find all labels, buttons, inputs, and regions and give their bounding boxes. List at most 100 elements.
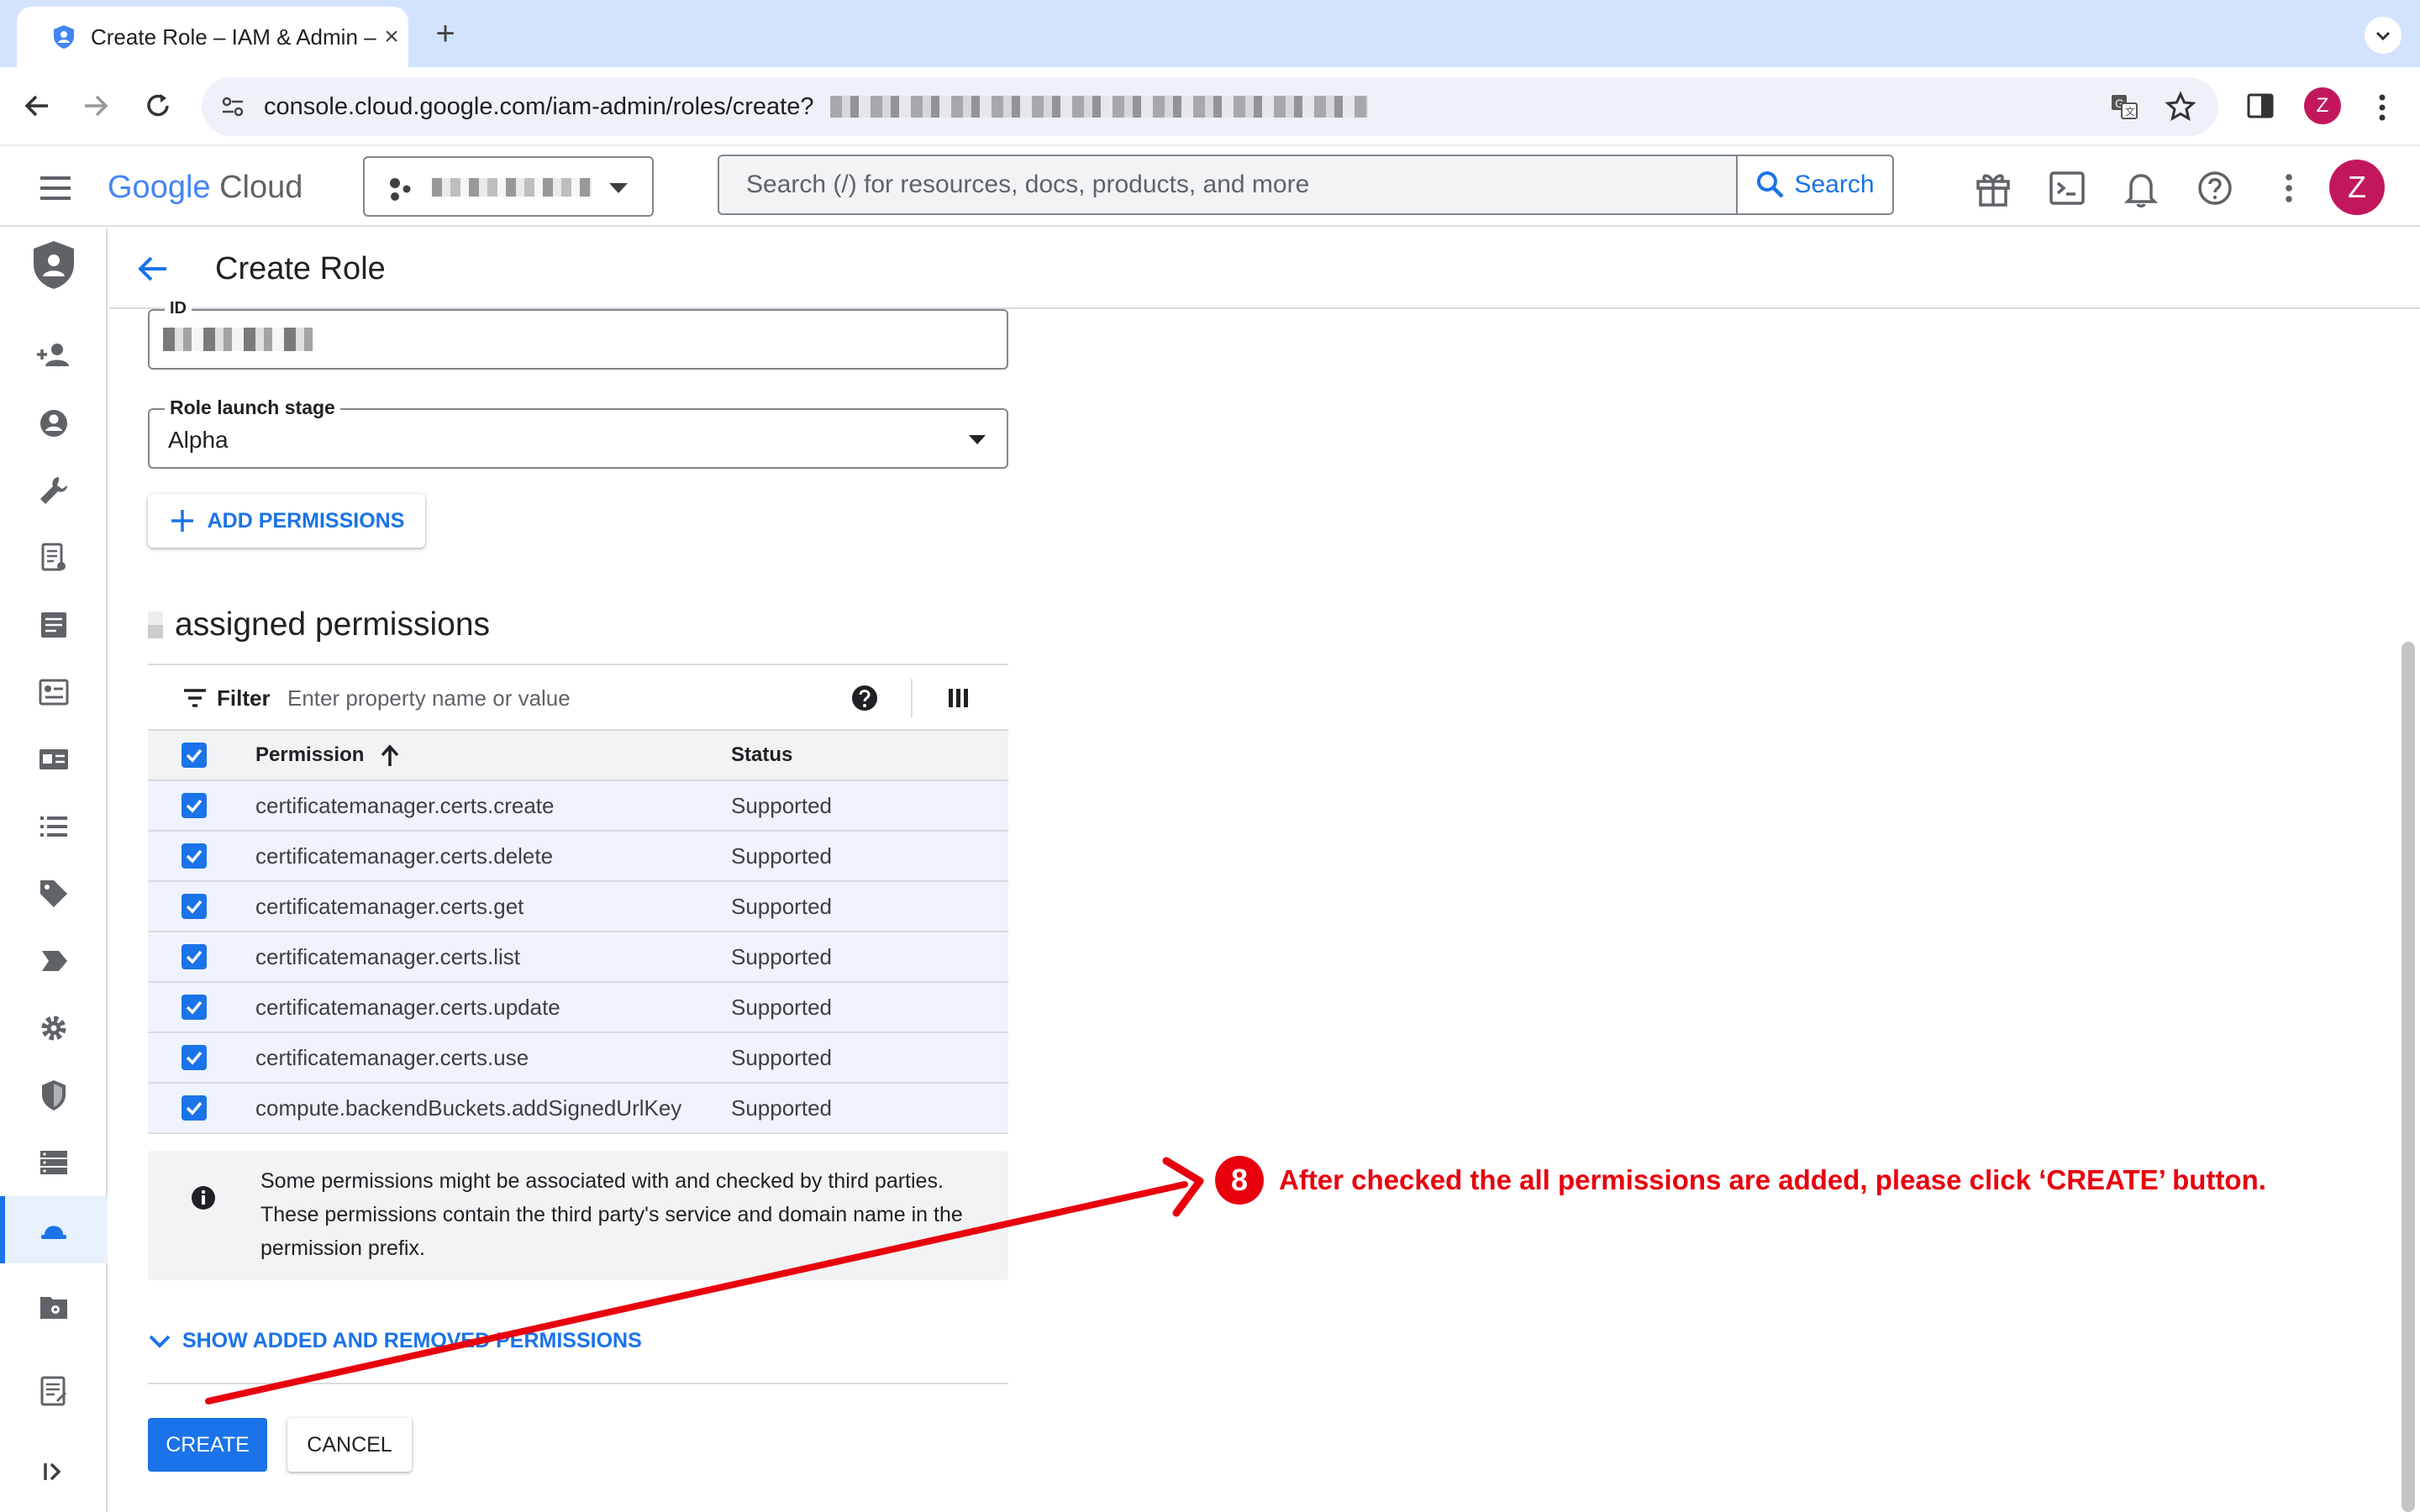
page-scrollbar[interactable] <box>2402 642 2415 1512</box>
add-permissions-button[interactable]: ADD PERMISSIONS <box>148 494 425 548</box>
role-launch-stage-value: Alpha <box>168 427 229 453</box>
label-icon[interactable] <box>34 941 74 981</box>
article-icon[interactable] <box>34 605 74 645</box>
reload-icon[interactable] <box>134 82 182 129</box>
address-bar[interactable]: console.cloud.google.com/iam-admin/roles… <box>202 77 2218 136</box>
browser-tab[interactable]: Create Role – IAM & Admin – × <box>17 7 408 67</box>
filter-input[interactable]: Enter property name or value <box>287 665 571 731</box>
show-added-removed-toggle[interactable]: SHOW ADDED AND REMOVED PERMISSIONS <box>148 1319 642 1362</box>
table-row[interactable]: certificatemanager.certs.get Supported <box>148 882 1008 932</box>
browser-tab-strip: Create Role – IAM & Admin – × + <box>0 0 2420 67</box>
browser-menu-icon[interactable] <box>2371 91 2393 124</box>
dropdown-arrow-icon <box>969 435 986 444</box>
dns-icon[interactable] <box>34 1142 74 1183</box>
site-settings-icon[interactable] <box>220 94 245 119</box>
create-button[interactable]: CREATE <box>148 1418 267 1472</box>
chevron-down-icon <box>149 1335 171 1349</box>
permission-cell: certificatemanager.certs.use <box>255 1045 529 1070</box>
expand-rail-icon[interactable] <box>34 1452 74 1492</box>
release-notes-icon[interactable] <box>34 1371 74 1411</box>
project-picker[interactable] <box>363 156 654 217</box>
filter-bar[interactable]: Filter Enter property name or value <box>148 664 1008 731</box>
permission-cell: certificatemanager.certs.create <box>255 793 555 818</box>
tag-icon[interactable] <box>34 874 74 914</box>
dropdown-arrow-icon <box>609 183 628 193</box>
notifications-bell-icon[interactable] <box>2119 166 2163 210</box>
policy-document-icon[interactable] <box>34 538 74 578</box>
row-checkbox[interactable] <box>182 894 207 919</box>
wrench-icon[interactable] <box>34 470 74 511</box>
permission-cell: compute.backendBuckets.addSignedUrlKey <box>255 1095 682 1121</box>
table-row[interactable]: compute.backendBuckets.addSignedUrlKey Su… <box>148 1084 1008 1134</box>
cloud-shell-icon[interactable] <box>2045 166 2089 210</box>
new-tab-icon[interactable]: + <box>427 15 464 52</box>
annotation-step-badge: 8 <box>1215 1156 1264 1205</box>
row-checkbox[interactable] <box>182 793 207 818</box>
browser-profile-avatar[interactable]: Z <box>2304 87 2341 124</box>
role-id-field[interactable]: ID <box>148 299 1008 370</box>
shield-favicon-icon <box>54 25 74 49</box>
project-name-redacted <box>432 178 592 197</box>
translate-icon[interactable]: G 文 <box>2109 92 2139 122</box>
tab-search-chevron-icon[interactable] <box>2365 17 2402 54</box>
account-circle-icon[interactable] <box>34 403 74 444</box>
add-person-icon[interactable] <box>34 336 74 376</box>
table-row[interactable]: certificatemanager.certs.list Supported <box>148 932 1008 983</box>
role-launch-stage-select[interactable]: Role launch stage Alpha <box>148 396 1008 469</box>
cancel-button[interactable]: CANCEL <box>287 1418 412 1472</box>
console-search[interactable]: Search (/) for resources, docs, products… <box>718 155 1894 215</box>
row-checkbox[interactable] <box>182 1095 207 1121</box>
roles-hat-icon[interactable] <box>34 1210 74 1250</box>
user-avatar[interactable]: Z <box>2329 160 2385 215</box>
url-text: console.cloud.google.com/iam-admin/roles… <box>264 93 814 120</box>
gift-icon[interactable] <box>1971 166 2015 210</box>
filter-label: Filter <box>217 685 271 711</box>
search-button[interactable]: Search <box>1736 155 1894 215</box>
hamburger-menu-icon[interactable] <box>37 170 74 207</box>
table-row[interactable]: certificatemanager.certs.update Supported <box>148 983 1008 1033</box>
add-permissions-label: ADD PERMISSIONS <box>207 508 405 533</box>
folder-settings-icon[interactable] <box>34 1287 74 1327</box>
column-display-icon[interactable] <box>946 685 971 711</box>
role-id-redacted-value <box>163 328 314 351</box>
table-header-row: Permission Status <box>148 731 1008 781</box>
select-all-checkbox[interactable] <box>182 743 207 768</box>
security-shield-icon[interactable] <box>34 1075 74 1116</box>
id-card-icon[interactable] <box>34 739 74 780</box>
row-checkbox[interactable] <box>182 995 207 1020</box>
iam-product-shield-icon[interactable] <box>29 239 79 292</box>
info-text: Some permissions might be associated wit… <box>260 1169 963 1260</box>
third-party-info-box: Some permissions might be associated wit… <box>148 1151 1008 1280</box>
table-row[interactable]: certificatemanager.certs.delete Supported <box>148 832 1008 882</box>
settings-gear-icon[interactable] <box>34 1008 74 1048</box>
assigned-count-redacted <box>148 612 163 638</box>
help-icon[interactable] <box>2193 166 2237 210</box>
table-row[interactable]: certificatemanager.certs.create Supported <box>148 781 1008 832</box>
annotation-text: After checked the all permissions are ad… <box>1279 1164 2266 1195</box>
back-icon[interactable] <box>13 82 60 129</box>
check-icon <box>186 799 203 813</box>
help-circle-icon[interactable] <box>850 684 879 712</box>
search-input[interactable]: Search (/) for resources, docs, products… <box>746 156 1309 213</box>
bookmark-star-icon[interactable] <box>2165 91 2196 123</box>
side-panel-icon[interactable] <box>2245 91 2275 121</box>
status-cell: Supported <box>731 944 832 969</box>
back-arrow-icon[interactable] <box>131 247 175 291</box>
google-cloud-logo[interactable]: Google Cloud <box>108 165 302 210</box>
column-header-permission-label: Permission <box>255 743 365 766</box>
more-vert-icon[interactable] <box>2267 166 2311 210</box>
row-checkbox[interactable] <box>182 843 207 869</box>
sort-ascending-arrow-icon[interactable] <box>378 743 402 769</box>
column-header-permission[interactable]: Permission <box>255 731 402 780</box>
tab-close-icon[interactable]: × <box>375 20 408 54</box>
permission-cell: certificatemanager.certs.get <box>255 894 524 919</box>
row-checkbox[interactable] <box>182 1045 207 1070</box>
permissions-table: Permission Status certificatemanager.cer… <box>148 731 1008 1134</box>
url-redacted-query <box>830 96 1368 118</box>
forward-icon[interactable] <box>72 82 119 129</box>
table-row[interactable]: certificatemanager.certs.use Supported <box>148 1033 1008 1084</box>
list-icon[interactable] <box>34 806 74 847</box>
service-account-icon[interactable] <box>34 672 74 712</box>
column-header-status[interactable]: Status <box>731 731 792 780</box>
row-checkbox[interactable] <box>182 944 207 969</box>
